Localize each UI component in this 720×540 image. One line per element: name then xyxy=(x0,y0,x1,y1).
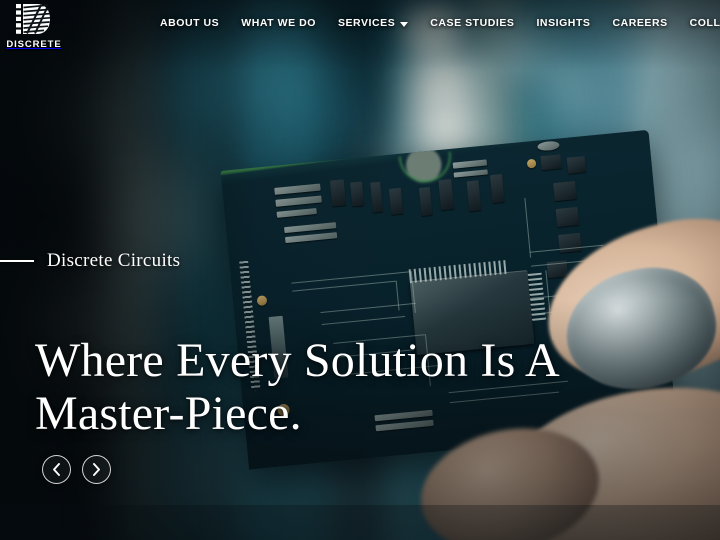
nav-label: CAREERS xyxy=(612,17,668,29)
discrete-d-monogram-icon xyxy=(16,4,51,34)
brand-logo[interactable]: DISCRETE xyxy=(6,2,62,50)
hero-headline: Where Every Solution Is A Master-Piece. xyxy=(35,334,560,440)
site-header: DISCRETE ABOUT US WHAT WE DO SERVICES CA… xyxy=(0,0,720,56)
hero-section: Discrete Circuits Where Every Solution I… xyxy=(0,0,720,540)
nav-item-services[interactable]: SERVICES xyxy=(337,17,409,29)
nav-item-what-we-do[interactable]: WHAT WE DO xyxy=(241,17,316,29)
hero-carousel-controls xyxy=(42,455,111,484)
page-root: DISCRETE ABOUT US WHAT WE DO SERVICES CA… xyxy=(0,0,720,540)
nav-item-careers[interactable]: CAREERS xyxy=(612,17,667,29)
primary-navigation: ABOUT US WHAT WE DO SERVICES CASE STUDIE… xyxy=(160,17,720,29)
carousel-next-button[interactable] xyxy=(82,455,111,484)
chevron-down-icon xyxy=(400,21,409,27)
brand-name: DISCRETE xyxy=(6,39,62,50)
chevron-right-icon xyxy=(93,463,100,476)
nav-label: ABOUT US xyxy=(160,17,220,29)
nav-label: CASE STUDIES xyxy=(430,17,515,29)
nav-item-about-us[interactable]: ABOUT US xyxy=(160,17,219,29)
hero-headline-line-1: Where Every Solution Is A xyxy=(35,334,560,387)
nav-item-collaboration[interactable]: COLLABORATION xyxy=(690,17,720,29)
carousel-prev-button[interactable] xyxy=(42,455,71,484)
hero-eyebrow-text: Discrete Circuits xyxy=(47,250,181,271)
nav-label: COLLABORATION xyxy=(689,17,720,29)
hero-headline-line-2: Master-Piece. xyxy=(35,387,302,440)
eyebrow-rule xyxy=(0,260,34,262)
hero-eyebrow: Discrete Circuits xyxy=(0,250,180,272)
nav-item-case-studies[interactable]: CASE STUDIES xyxy=(430,17,514,29)
chevron-left-icon xyxy=(53,463,60,476)
nav-label: WHAT WE DO xyxy=(241,17,316,29)
nav-item-insights[interactable]: INSIGHTS xyxy=(536,17,590,29)
nav-label: INSIGHTS xyxy=(536,17,591,29)
nav-label: SERVICES xyxy=(337,17,396,29)
